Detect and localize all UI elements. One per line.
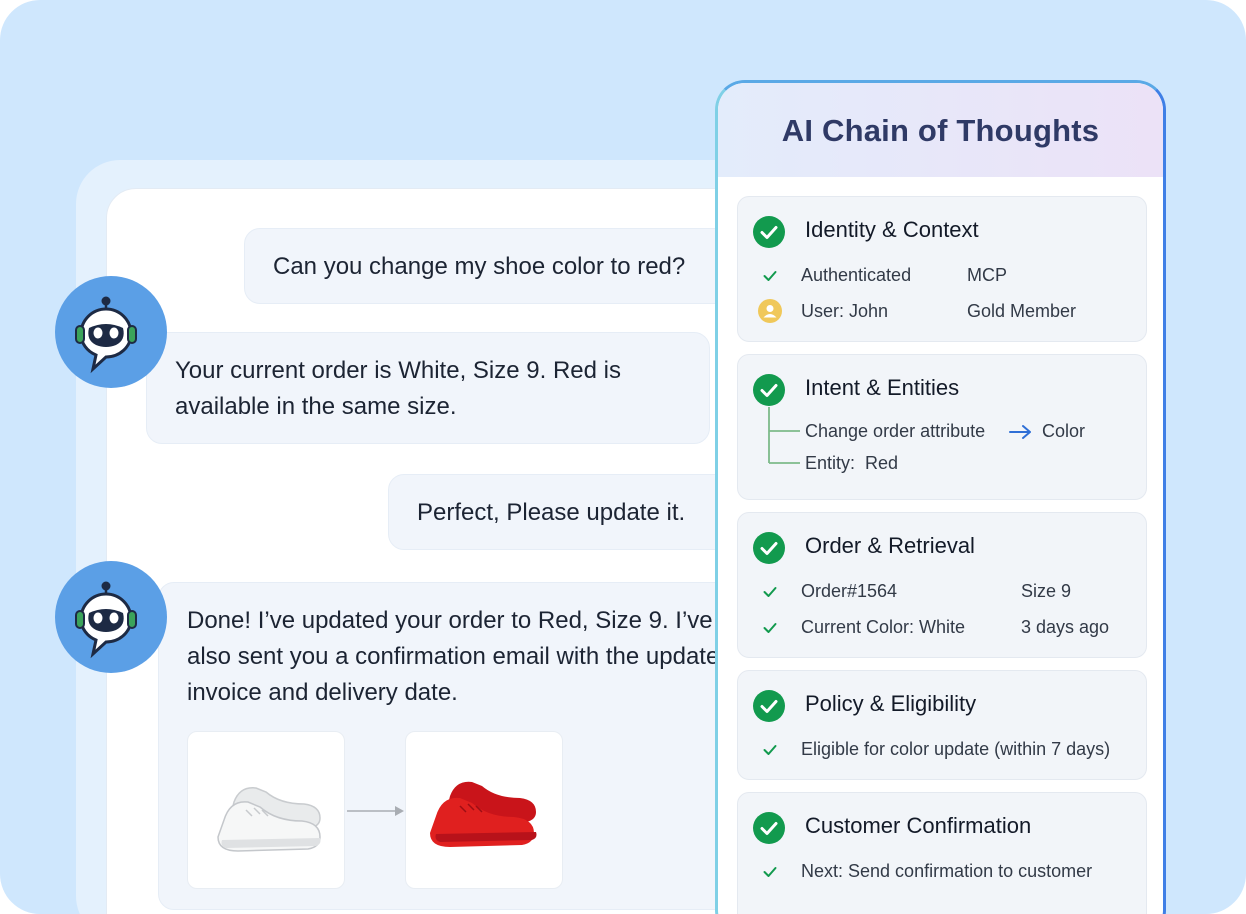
current-color-label: Current Color: White xyxy=(801,617,966,637)
protocol-label: MCP xyxy=(967,265,1007,285)
card-title: Order & Retrieval xyxy=(805,533,975,558)
authenticated-label: Authenticated xyxy=(801,265,912,285)
user-message: Perfect, Please update it. xyxy=(388,474,748,550)
order-retrieval-card: Order & Retrieval Order#1564 Size 9 Curr… xyxy=(737,512,1147,658)
panel-header: AI Chain of Thoughts xyxy=(718,83,1163,177)
panel-title: AI Chain of Thoughts xyxy=(781,113,1100,148)
customer-confirmation-card: Customer Confirmation Next: Send confirm… xyxy=(737,792,1147,914)
membership-tier-label: Gold Member xyxy=(967,301,1077,321)
card-title: Customer Confirmation xyxy=(805,813,1032,838)
eligibility-label: Eligible for color update (within 7 days… xyxy=(801,739,1111,759)
order-age-label: 3 days ago xyxy=(1021,617,1110,637)
card-title: Policy & Eligibility xyxy=(805,691,977,716)
intent-entities-card: Intent & Entities Change order attribute… xyxy=(737,354,1147,500)
check-circle-icon xyxy=(753,374,785,406)
arrow-right-icon xyxy=(347,806,404,816)
check-icon xyxy=(763,867,777,877)
bot-message: Your current order is White, Size 9. Red… xyxy=(146,332,710,444)
bot-avatar xyxy=(55,561,167,673)
card-title: Intent & Entities xyxy=(805,375,960,400)
card-title: Identity & Context xyxy=(805,217,979,242)
policy-eligibility-card: Policy & Eligibility Eligible for color … xyxy=(737,670,1147,780)
order-size-label: Size 9 xyxy=(1021,581,1072,601)
check-icon xyxy=(763,745,777,755)
check-icon xyxy=(763,271,777,281)
intent-attribute-value: Color xyxy=(1042,421,1086,441)
red-shoe-image xyxy=(405,731,563,889)
white-sneaker-icon xyxy=(217,787,321,852)
intent-attribute-label: Change order attribute xyxy=(805,421,986,441)
chain-of-thoughts-panel: AI Chain of Thoughts Identity & Context … xyxy=(715,80,1166,914)
user-icon xyxy=(758,299,782,323)
check-circle-icon xyxy=(753,532,785,564)
check-circle-icon xyxy=(753,812,785,844)
hero-canvas: Can you change my shoe color to red? You… xyxy=(0,0,1246,914)
check-icon xyxy=(763,623,777,633)
bot-message-text: Done! I’ve updated your order to Red, Si… xyxy=(187,607,733,706)
order-number-label: Order#1564 xyxy=(801,581,898,601)
user-message: Can you change my shoe color to red? xyxy=(244,228,744,304)
bot-avatar xyxy=(55,276,167,388)
robot-icon xyxy=(75,581,137,659)
next-step-label: Next: Send confirmation to customer xyxy=(801,861,1093,881)
check-circle-icon xyxy=(753,216,785,248)
check-icon xyxy=(763,587,777,597)
red-sneaker-icon xyxy=(430,781,537,847)
entity-label: Entity: Red xyxy=(805,453,899,473)
user-name-label: User: John xyxy=(801,301,889,321)
white-shoe-image xyxy=(187,731,345,889)
robot-icon xyxy=(75,296,137,374)
tree-connector xyxy=(768,407,800,464)
check-circle-icon xyxy=(753,690,785,722)
identity-context-card: Identity & Context Authenticated MCP Use… xyxy=(737,196,1147,342)
arrow-right-icon xyxy=(1009,425,1031,439)
